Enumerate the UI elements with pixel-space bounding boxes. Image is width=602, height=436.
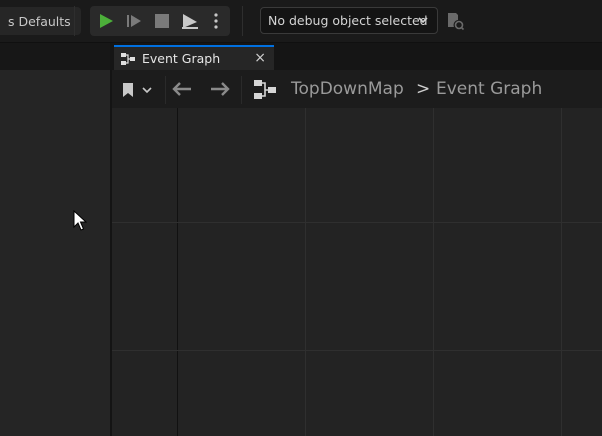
mouse-cursor-icon [73,210,87,231]
left-tab-area [0,43,110,70]
more-options-button[interactable] [204,6,228,36]
grid-line [112,350,602,351]
event-graph-canvas[interactable] [112,108,602,436]
tab-label: Event Graph [142,51,221,66]
eject-icon [182,14,198,29]
stop-button[interactable] [148,6,176,36]
play-button[interactable] [92,6,120,36]
document-tab-bar: Event Graph × [0,43,602,70]
graph-toolbar: TopDownMap > Event Graph [112,70,602,108]
graph-icon [121,52,135,65]
toolbar-separator [242,6,243,36]
breadcrumb-root[interactable]: TopDownMap [291,79,404,99]
eject-button[interactable] [176,6,204,36]
stop-icon [155,14,169,28]
advance-frame-button[interactable] [120,6,148,36]
chevron-down-icon[interactable] [142,86,152,94]
graph-toolbar-separator [241,76,242,104]
bookmark-icon[interactable] [123,83,133,97]
grid-line [305,108,306,436]
find-debug-object-icon[interactable] [446,11,464,31]
play-icon [100,14,113,28]
graph-toolbar-separator [165,76,166,104]
graph-origin-line [177,108,178,436]
chevron-down-icon [418,17,428,24]
tab-event-graph[interactable]: Event Graph × [114,45,274,70]
advance-frame-icon [127,15,141,27]
grid-line [433,108,434,436]
toolbar-separator [74,6,75,36]
back-arrow-icon[interactable] [172,82,192,96]
class-defaults-button[interactable]: s Defaults [0,7,81,35]
breadcrumb-separator: > [416,79,431,99]
play-controls [90,6,230,36]
close-tab-icon[interactable]: × [254,50,266,66]
class-defaults-label: s Defaults [8,13,71,29]
debug-object-label: No debug object selected [268,13,428,28]
forward-arrow-icon[interactable] [210,82,230,96]
left-panel [0,70,112,436]
debug-object-select[interactable]: No debug object selected [260,7,438,34]
grid-line [561,108,562,436]
grid-line [112,222,602,223]
graph-icon [254,80,276,99]
breadcrumb-current: Event Graph [436,79,543,99]
vertical-ellipsis-icon [214,13,218,29]
main-toolbar: s Defaults No debug object selected [0,0,602,43]
